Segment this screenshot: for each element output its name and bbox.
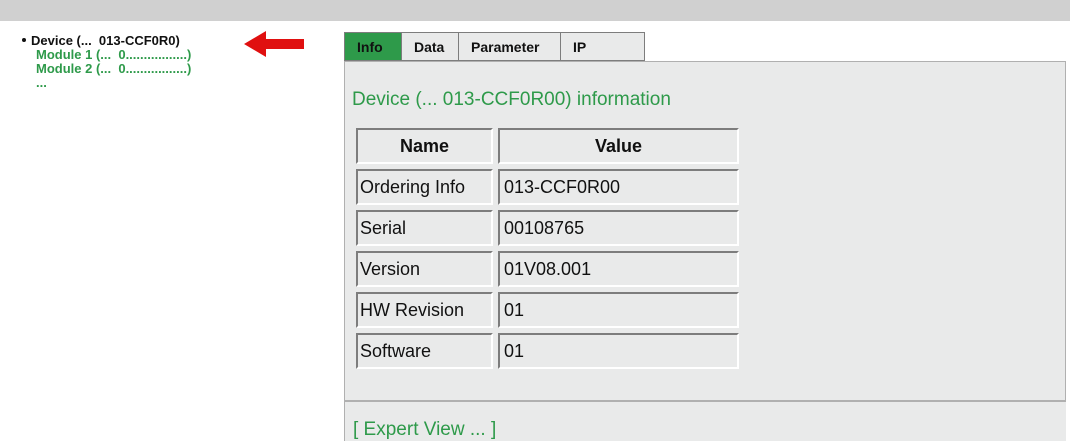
table-row: Serial 00108765 <box>356 210 739 246</box>
row-name: Serial <box>356 210 493 246</box>
top-bar <box>0 0 1070 21</box>
row-name: Software <box>356 333 493 369</box>
row-value: 01 <box>498 333 739 369</box>
device-tree: Device (... 013-CCF0R0) Module 1 (... 0.… <box>22 34 191 90</box>
info-panel: Info Data Parameter IP Device (... 013-C… <box>344 32 1066 441</box>
tree-item-device[interactable]: Device (... 013-CCF0R0) <box>22 34 191 48</box>
header-name: Name <box>356 128 493 164</box>
row-name: Version <box>356 251 493 287</box>
tree-item-more[interactable]: ... <box>22 76 191 90</box>
red-left-arrow-icon <box>244 31 304 57</box>
tab-data[interactable]: Data <box>402 32 459 61</box>
tree-item-module-1[interactable]: Module 1 (... 0.................) <box>22 48 191 62</box>
table-row: Ordering Info 013-CCF0R00 <box>356 169 739 205</box>
footer: [ Expert View ... ] <box>344 401 1066 441</box>
row-value: 00108765 <box>498 210 739 246</box>
tab-ip[interactable]: IP <box>561 32 645 61</box>
row-value: 01 <box>498 292 739 328</box>
table-row: HW Revision 01 <box>356 292 739 328</box>
tab-bar: Info Data Parameter IP <box>344 32 645 62</box>
bullet-icon <box>22 37 26 42</box>
table-row: Software 01 <box>356 333 739 369</box>
row-name: Ordering Info <box>356 169 493 205</box>
table-row: Version 01V08.001 <box>356 251 739 287</box>
tab-info[interactable]: Info <box>344 32 402 61</box>
row-value: 013-CCF0R00 <box>498 169 739 205</box>
row-name: HW Revision <box>356 292 493 328</box>
tree-item-device-label: Device (... 013-CCF0R0) <box>31 33 180 48</box>
tab-parameter[interactable]: Parameter <box>459 32 561 61</box>
info-title: Device (... 013-CCF0R00) information <box>352 89 671 110</box>
header-value: Value <box>498 128 739 164</box>
tree-item-module-2[interactable]: Module 2 (... 0.................) <box>22 62 191 76</box>
expert-view-link[interactable]: [ Expert View ... ] <box>353 419 496 441</box>
row-value: 01V08.001 <box>498 251 739 287</box>
table-header-row: Name Value <box>356 128 739 164</box>
